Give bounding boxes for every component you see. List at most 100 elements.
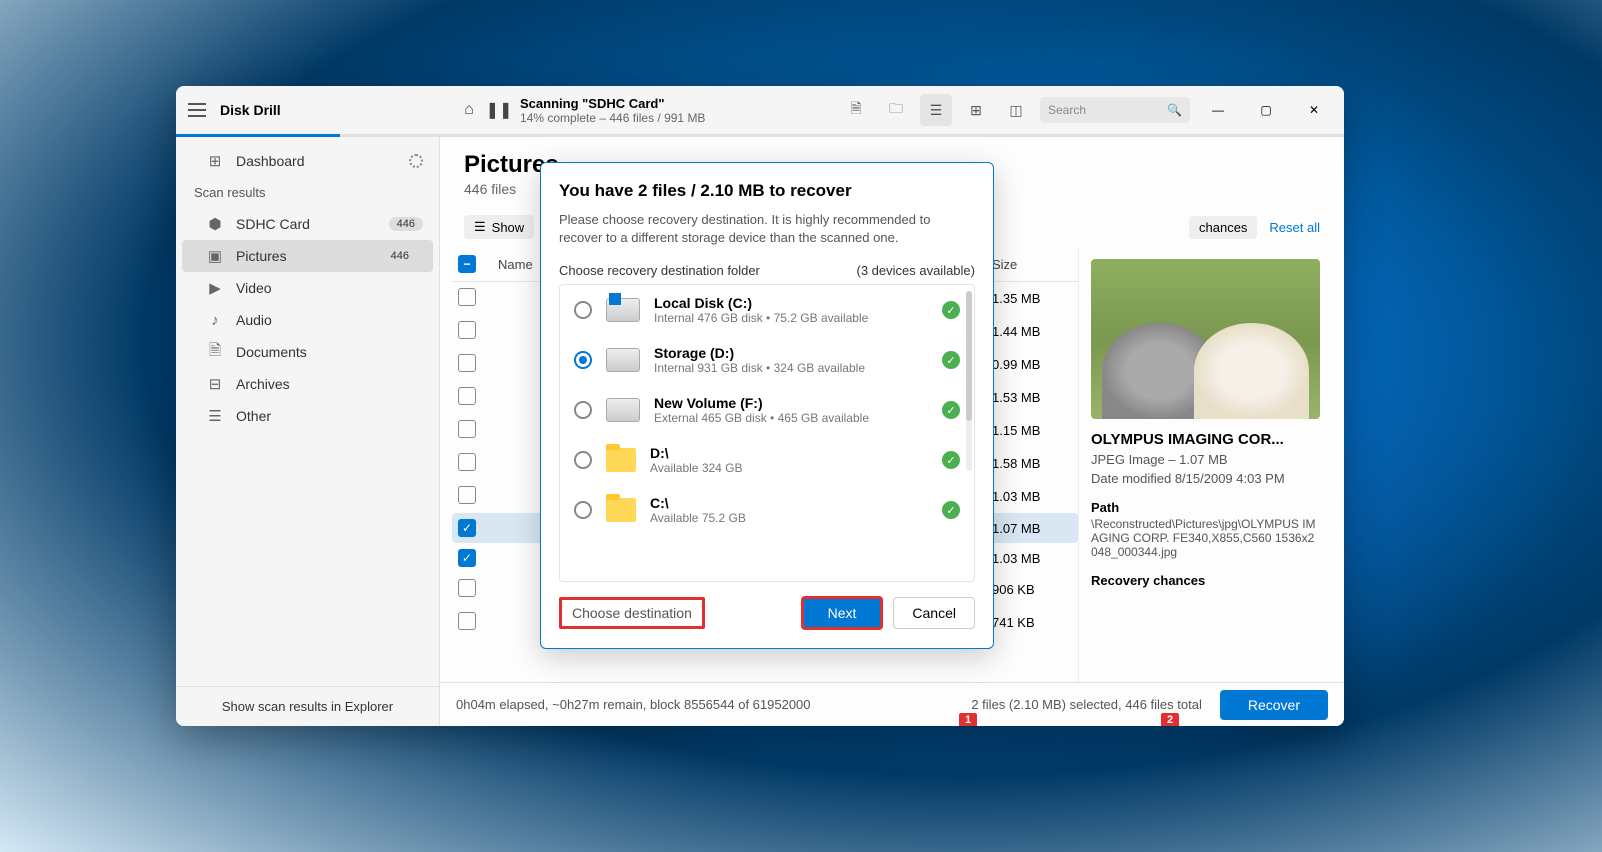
folder-view-icon[interactable]: 🗀 — [880, 94, 912, 126]
doc-icon: 🗎 — [206, 344, 224, 360]
radio-button[interactable] — [574, 451, 592, 469]
check-icon: ✓ — [942, 451, 960, 469]
menu-icon[interactable] — [188, 103, 206, 117]
scrollbar[interactable] — [966, 291, 972, 471]
radio-button[interactable] — [574, 401, 592, 419]
sidebar: ⊞ Dashboard Scan results ⬢SDHC Card446▣P… — [176, 137, 440, 726]
row-size: 1.03 MB — [992, 489, 1072, 504]
row-checkbox[interactable] — [458, 453, 476, 471]
row-checkbox[interactable] — [458, 579, 476, 597]
row-checkbox[interactable] — [458, 387, 476, 405]
dashboard-icon: ⊞ — [206, 153, 224, 169]
sidebar-item-audio[interactable]: ♪Audio — [176, 304, 439, 336]
preview-path-label: Path — [1091, 500, 1320, 515]
destination-option[interactable]: C:\Available 75.2 GB✓ — [560, 485, 974, 535]
row-checkbox[interactable] — [458, 321, 476, 339]
check-icon: ✓ — [942, 501, 960, 519]
sidebar-item-video[interactable]: ▶Video — [176, 272, 439, 304]
row-checkbox[interactable] — [458, 612, 476, 630]
dashboard-label: Dashboard — [236, 153, 305, 169]
destination-option[interactable]: Storage (D:)Internal 931 GB disk • 324 G… — [560, 335, 974, 385]
row-size: 1.35 MB — [992, 291, 1072, 306]
scan-status: Scanning "SDHC Card" 14% complete – 446 … — [520, 96, 705, 125]
row-size: 1.07 MB — [992, 521, 1072, 536]
panel-view-icon[interactable]: ◫ — [1000, 94, 1032, 126]
row-size: 0.99 MB — [992, 357, 1072, 372]
recovery-destination-dialog: You have 2 files / 2.10 MB to recover Pl… — [540, 162, 994, 649]
show-filter-button[interactable]: ☰ Show — [464, 215, 534, 239]
list-view-icon[interactable]: ☰ — [920, 94, 952, 126]
row-size: 1.03 MB — [992, 551, 1072, 566]
preview-filetype: JPEG Image – 1.07 MB — [1091, 452, 1320, 467]
minimize-button[interactable]: — — [1198, 95, 1238, 125]
check-icon: ✓ — [942, 401, 960, 419]
row-size: 1.53 MB — [992, 390, 1072, 405]
preview-thumbnail — [1091, 259, 1320, 419]
sidebar-header: Scan results — [176, 177, 439, 208]
sidebar-item-sdhc-card[interactable]: ⬢SDHC Card446 — [176, 208, 439, 240]
row-checkbox[interactable] — [458, 486, 476, 504]
video-icon: ▶ — [206, 280, 224, 296]
preview-title: OLYMPUS IMAGING COR... — [1091, 431, 1320, 448]
chances-filter-button[interactable]: chances — [1189, 216, 1257, 239]
radio-button[interactable] — [574, 301, 592, 319]
row-size: 1.44 MB — [992, 324, 1072, 339]
file-view-icon[interactable]: 🗎 — [840, 94, 872, 126]
pause-icon[interactable]: ❚❚ — [490, 101, 508, 119]
destination-list: Local Disk (C:)Internal 476 GB disk • 75… — [559, 284, 975, 582]
destination-option[interactable]: Local Disk (C:)Internal 476 GB disk • 75… — [560, 285, 974, 335]
status-selection: 2 files (2.10 MB) selected, 446 files to… — [971, 697, 1202, 712]
destination-option[interactable]: D:\Available 324 GB✓ — [560, 435, 974, 485]
close-button[interactable]: ✕ — [1294, 95, 1334, 125]
titlebar: Disk Drill ⌂ ❚❚ Scanning "SDHC Card" 14%… — [176, 86, 1344, 134]
cancel-button[interactable]: Cancel — [893, 597, 975, 629]
row-size: 906 KB — [992, 582, 1072, 597]
folder-icon — [606, 448, 636, 472]
app-name: Disk Drill — [220, 102, 281, 118]
drive-icon — [606, 348, 640, 372]
row-checkbox[interactable] — [458, 420, 476, 438]
radio-button[interactable] — [574, 501, 592, 519]
radio-button[interactable] — [574, 351, 592, 369]
grid-view-icon[interactable]: ⊞ — [960, 94, 992, 126]
sidebar-item-archives[interactable]: ⊟Archives — [176, 368, 439, 400]
other-icon: ☰ — [206, 408, 224, 424]
show-in-explorer-button[interactable]: Show scan results in Explorer — [176, 686, 439, 726]
count-badge: 446 — [389, 217, 423, 231]
preview-chances-label: Recovery chances — [1091, 573, 1320, 588]
row-size: 741 KB — [992, 615, 1072, 630]
disk-icon: ⬢ — [206, 216, 224, 232]
preview-panel: ↗ OLYMPUS IMAGING COR... JPEG Image – 1.… — [1078, 247, 1332, 682]
destination-option[interactable]: New Volume (F:)External 465 GB disk • 46… — [560, 385, 974, 435]
modal-title: You have 2 files / 2.10 MB to recover — [559, 181, 975, 201]
search-input[interactable]: Search 🔍 — [1040, 97, 1190, 123]
dest-label: Choose recovery destination folder — [559, 263, 760, 278]
row-checkbox[interactable] — [458, 354, 476, 372]
next-button[interactable]: Next — [801, 596, 884, 630]
scan-subtitle: 14% complete – 446 files / 991 MB — [520, 111, 705, 125]
row-size: 1.15 MB — [992, 423, 1072, 438]
status-elapsed: 0h04m elapsed, ~0h27m remain, block 8556… — [456, 697, 811, 712]
preview-path: \Reconstructed\Pictures\jpg\OLYMPUS IMAG… — [1091, 517, 1320, 559]
row-checkbox[interactable] — [458, 288, 476, 306]
recover-button[interactable]: Recover — [1220, 690, 1328, 720]
modal-description: Please choose recovery destination. It i… — [559, 211, 975, 247]
col-size[interactable]: Size — [992, 257, 1072, 272]
check-icon: ✓ — [942, 301, 960, 319]
scan-progress — [176, 134, 1344, 137]
sidebar-item-pictures[interactable]: ▣Pictures446 — [182, 240, 433, 272]
choose-destination-button[interactable]: Choose destination — [559, 597, 705, 629]
image-icon: ▣ — [206, 248, 224, 264]
select-all-checkbox[interactable] — [458, 255, 476, 273]
app-window: Disk Drill ⌂ ❚❚ Scanning "SDHC Card" 14%… — [176, 86, 1344, 726]
maximize-button[interactable]: ▢ — [1246, 95, 1286, 125]
row-checkbox[interactable] — [458, 519, 476, 537]
sidebar-dashboard[interactable]: ⊞ Dashboard — [176, 145, 439, 177]
sidebar-item-other[interactable]: ☰Other — [176, 400, 439, 432]
annotation-badge-1: 1 — [959, 713, 977, 726]
check-icon: ✓ — [942, 351, 960, 369]
sidebar-item-documents[interactable]: 🗎Documents — [176, 336, 439, 368]
home-icon[interactable]: ⌂ — [460, 101, 478, 119]
reset-all-link[interactable]: Reset all — [1269, 220, 1320, 235]
row-checkbox[interactable] — [458, 549, 476, 567]
